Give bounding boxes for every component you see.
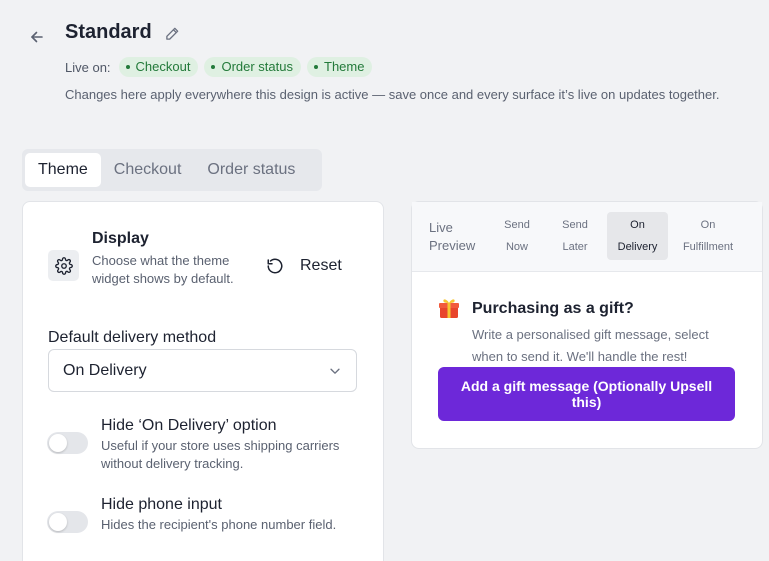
- add-gift-message-button[interactable]: Add a gift message (Optionally Upsell th…: [438, 367, 735, 421]
- reset-icon: [267, 258, 283, 274]
- display-section-description: Choose what the theme widget shows by de…: [92, 253, 234, 286]
- surface-tabs: Theme Checkout Order status: [22, 149, 322, 191]
- display-icon-box: [48, 250, 79, 281]
- preview-tab-line2: Later: [562, 241, 588, 253]
- status-dot: [314, 64, 318, 69]
- hide-on-delivery-title: Hide ‘On Delivery’ option: [101, 417, 277, 434]
- hide-phone-input-description: Hides the recipient's phone number field…: [101, 517, 337, 532]
- gift-title: Purchasing as a gift?: [472, 300, 634, 317]
- chip-label: Theme: [324, 59, 365, 74]
- preview-tab-line2: Fulfillment: [682, 241, 734, 253]
- preview-tab-on-fulfillment[interactable]: On Fulfillment: [676, 214, 740, 258]
- status-dot: [125, 64, 130, 69]
- preview-tab-send-later[interactable]: Send Later: [554, 214, 596, 258]
- toggle-knob: [49, 434, 67, 452]
- delivery-method-label: Default delivery method: [48, 329, 217, 346]
- display-section-title: Display: [92, 230, 149, 247]
- pencil-icon: [165, 27, 178, 40]
- live-on-row: Live on: Checkout Order status Theme: [65, 57, 373, 77]
- live-on-label: Live on:: [65, 59, 111, 75]
- reset-button[interactable]: Reset: [266, 254, 342, 278]
- chip-label: Order status: [221, 59, 293, 74]
- tab-order-status[interactable]: Order status: [194, 153, 308, 187]
- hide-phone-input-title: Hide phone input: [101, 496, 222, 513]
- arrow-left-icon: [31, 31, 43, 43]
- live-chip-theme: Theme: [307, 57, 373, 77]
- tab-theme[interactable]: Theme: [25, 153, 101, 187]
- live-preview-label: Live Preview: [429, 220, 476, 253]
- live-chip-order-status: Order status: [204, 57, 301, 77]
- hide-on-delivery-toggle[interactable]: [47, 432, 88, 454]
- gift-description: Write a personalised gift message, selec…: [472, 327, 709, 364]
- preview-tab-on-delivery[interactable]: On Delivery: [607, 212, 668, 260]
- preview-tab-line1: On: [630, 219, 645, 231]
- chevron-down-icon: [330, 368, 340, 374]
- preview-tab-send-now[interactable]: Send Now: [496, 214, 538, 258]
- page-title: Standard: [65, 21, 152, 43]
- reset-label: Reset: [300, 257, 342, 274]
- preview-tab-line1: On: [700, 219, 716, 231]
- toggle-knob: [49, 513, 67, 531]
- delivery-method-select[interactable]: On Delivery: [48, 349, 357, 392]
- chip-label: Checkout: [135, 59, 191, 74]
- delivery-method-value: On Delivery: [63, 361, 147, 379]
- gift-icon: [437, 296, 461, 320]
- hide-on-delivery-description: Useful if your store uses shipping carri…: [101, 438, 340, 471]
- gear-icon: [54, 256, 73, 275]
- back-button[interactable]: [26, 26, 48, 48]
- hide-phone-input-toggle[interactable]: [47, 511, 88, 533]
- preview-tab-line1: Send: [562, 219, 588, 231]
- preview-tab-line2: Now: [505, 241, 528, 253]
- page-description: Changes here apply everywhere this desig…: [65, 87, 720, 102]
- preview-tab-line2: Delivery: [617, 241, 658, 253]
- status-dot: [211, 64, 216, 69]
- edit-title-button[interactable]: [163, 24, 181, 42]
- preview-tab-line1: Send: [504, 219, 530, 231]
- tab-checkout[interactable]: Checkout: [101, 153, 195, 187]
- live-chip-checkout: Checkout: [118, 57, 199, 77]
